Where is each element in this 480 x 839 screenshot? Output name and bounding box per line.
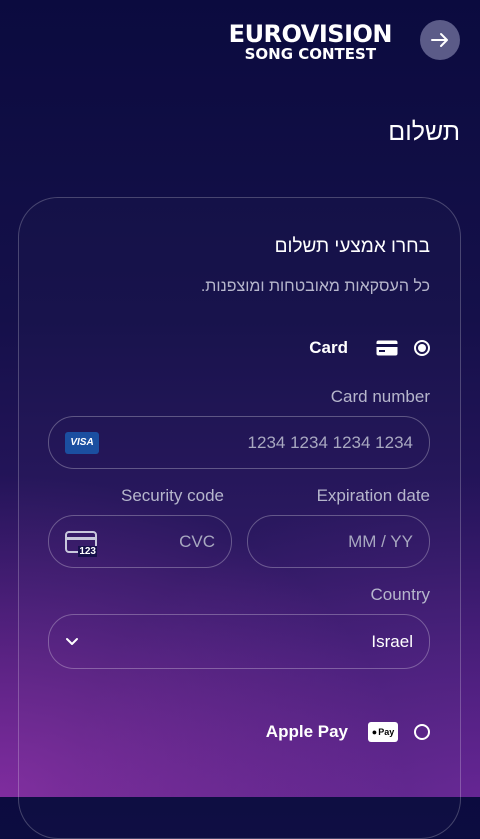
cvc-placeholder: CVC xyxy=(179,531,215,551)
country-label: Country xyxy=(370,585,430,604)
chevron-down-icon xyxy=(66,637,78,645)
expiration-input[interactable]: MM / YY xyxy=(247,515,430,568)
card-option[interactable]: Card xyxy=(309,338,430,358)
card-number-label: Card number xyxy=(330,387,430,406)
country-value: Israel xyxy=(371,631,413,651)
security-code-input[interactable]: 123 CVC xyxy=(48,515,232,568)
applepay-option[interactable]: Apple Pay ● Pay xyxy=(266,722,430,742)
payment-method-subtitle: כל העסקאות מאובטחות ומוצפנות. xyxy=(200,278,430,295)
next-button[interactable] xyxy=(420,20,460,60)
payment-method-title: בחרו אמצעי תשלום xyxy=(274,236,430,257)
security-code-label: Security code xyxy=(121,486,224,505)
cvc-icon: 123 xyxy=(65,530,97,557)
card-radio[interactable] xyxy=(414,340,430,356)
card-option-label: Card xyxy=(309,338,348,357)
expiration-placeholder: MM / YY xyxy=(348,531,413,551)
arrow-right-icon xyxy=(431,33,448,47)
country-select[interactable]: Israel xyxy=(48,614,430,669)
card-number-placeholder: 1234 1234 1234 1234 xyxy=(247,432,413,452)
applepay-icon: ● Pay xyxy=(368,722,398,742)
header: EUROVISION SONG CONTEST xyxy=(0,0,480,80)
applepay-label: Apple Pay xyxy=(265,722,348,741)
expiration-label: Expiration date xyxy=(316,486,430,505)
credit-card-icon xyxy=(376,340,398,356)
logo-line-1: EUROVISION xyxy=(228,20,393,48)
apple-icon: ● xyxy=(371,727,378,737)
cvc-icon-text: 123 xyxy=(78,545,97,557)
logo-line-2: SONG CONTEST xyxy=(244,45,377,63)
applepay-radio[interactable] xyxy=(414,724,430,740)
page-title: תשלום xyxy=(388,118,460,146)
visa-icon: VISA xyxy=(65,431,99,454)
eurovision-logo: EUROVISION SONG CONTEST xyxy=(228,20,393,63)
applepay-badge-text: Pay xyxy=(378,727,395,737)
card-number-input[interactable]: VISA 1234 1234 1234 1234 xyxy=(48,416,430,469)
